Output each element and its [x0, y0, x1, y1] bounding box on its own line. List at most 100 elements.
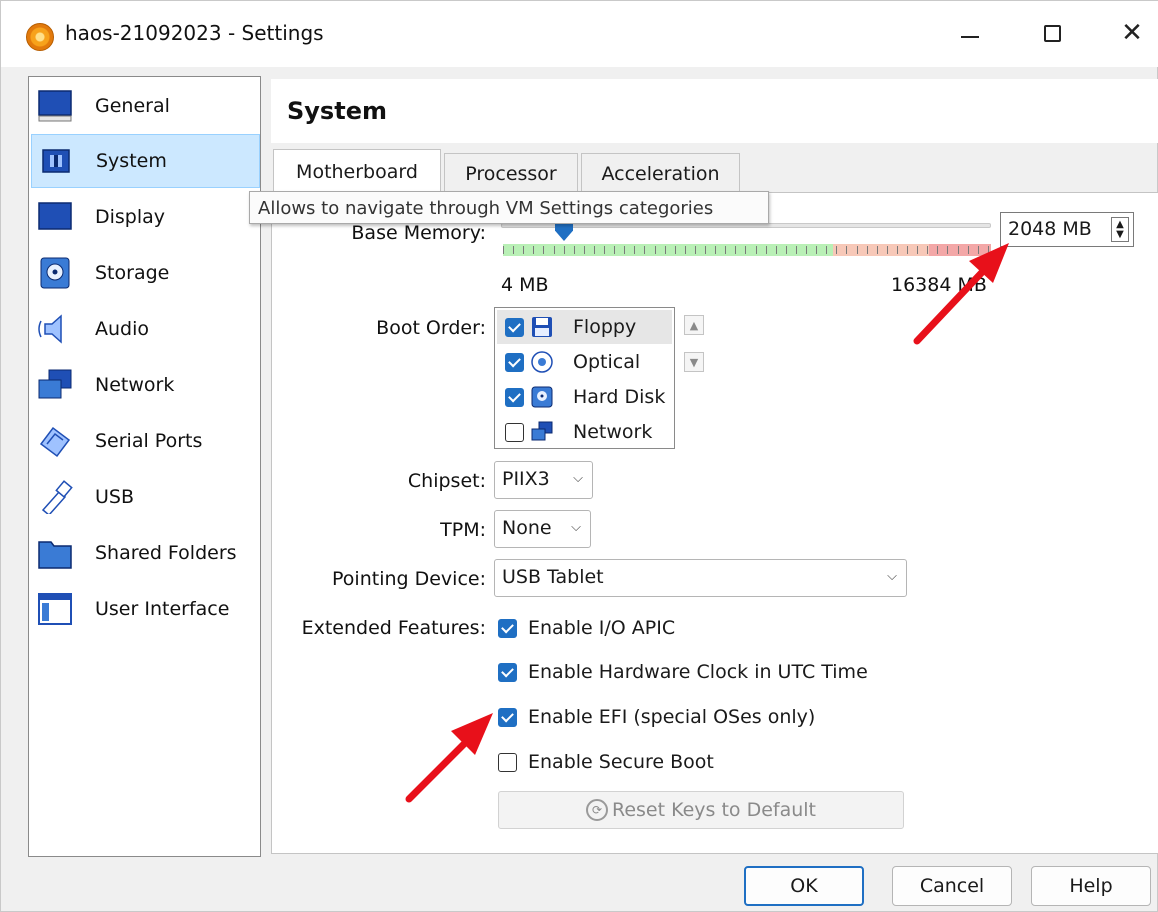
- category-tooltip: Allows to navigate through VM Settings c…: [249, 191, 769, 224]
- sidebar-item-system[interactable]: System: [31, 134, 260, 188]
- slider-tick: [846, 246, 848, 254]
- sidebar-item-label: Audio: [95, 318, 150, 340]
- system-icon: [42, 149, 70, 173]
- sidebar-item-shared-folders[interactable]: Shared Folders: [31, 526, 260, 580]
- slider-tick: [694, 246, 696, 254]
- boot-order-list[interactable]: Floppy Optical Hard Disk Network: [494, 307, 675, 449]
- slider-tick: [523, 246, 525, 254]
- serial-ports-icon: [39, 426, 71, 458]
- sidebar-item-label: USB: [95, 486, 135, 508]
- slider-tick: [614, 246, 616, 254]
- sidebar-item-label: Storage: [95, 262, 170, 284]
- sidebar-item-label: General: [95, 95, 170, 117]
- boot-optical-checkbox[interactable]: [505, 352, 524, 372]
- settings-category-list[interactable]: General System Display Storage Audio Net…: [28, 76, 261, 857]
- io-apic-checkbox[interactable]: [498, 618, 517, 638]
- chevron-down-icon: ⌵: [887, 569, 897, 584]
- ok-button[interactable]: OK: [744, 866, 864, 906]
- sidebar-item-audio[interactable]: Audio: [31, 302, 260, 356]
- extended-features-label: Extended Features:: [301, 617, 486, 639]
- tab-motherboard[interactable]: Motherboard: [273, 149, 441, 194]
- boot-floppy-checkbox[interactable]: [505, 317, 524, 337]
- reset-keys-label: Reset Keys to Default: [611, 799, 817, 821]
- general-icon: [38, 90, 72, 122]
- pointing-device-select[interactable]: USB Tablet ⌵: [494, 559, 907, 597]
- network-icon: [38, 369, 72, 399]
- slider-tick: [705, 246, 706, 254]
- slider-tick: [543, 246, 545, 254]
- annotation-arrow-efi: [405, 713, 493, 803]
- chevron-down-icon: ⌵: [573, 471, 583, 486]
- boot-move-down-button[interactable]: ▼: [684, 352, 704, 372]
- spin-up-icon[interactable]: ▲: [1116, 219, 1124, 230]
- arrow-up-icon: ▲: [689, 318, 699, 332]
- slider-tick: [654, 246, 656, 254]
- slider-tick: [816, 246, 818, 254]
- memory-min-label: 4 MB: [501, 274, 549, 296]
- slider-tick: [513, 246, 515, 254]
- slider-tick: [563, 246, 565, 254]
- slider-tick: [806, 246, 807, 254]
- sidebar-item-label: Shared Folders: [95, 542, 237, 564]
- boot-item-label: Floppy: [573, 316, 637, 338]
- slider-tick: [745, 246, 747, 254]
- chipset-select[interactable]: PIIX3 ⌵: [494, 461, 593, 499]
- window-title: haos-21092023 - Settings: [65, 21, 324, 45]
- slider-tick: [725, 246, 727, 254]
- minimize-button[interactable]: [947, 13, 993, 53]
- sidebar-item-label: Display: [95, 206, 166, 228]
- tab-processor[interactable]: Processor: [444, 153, 578, 193]
- maximize-button[interactable]: [1029, 13, 1075, 53]
- sidebar-item-serial-ports[interactable]: Serial Ports: [31, 414, 260, 468]
- help-button[interactable]: Help: [1031, 866, 1151, 906]
- slider-tick: [866, 246, 868, 254]
- utc-clock-checkbox[interactable]: [498, 662, 517, 682]
- cancel-button[interactable]: Cancel: [892, 866, 1012, 906]
- slider-tick: [856, 246, 858, 254]
- display-icon: [38, 202, 72, 230]
- sidebar-item-network[interactable]: Network: [31, 358, 260, 412]
- sidebar-item-label: User Interface: [95, 598, 230, 620]
- sidebar-item-general[interactable]: General: [31, 79, 260, 133]
- close-icon: ✕: [1121, 18, 1143, 48]
- slider-tick: [593, 246, 595, 254]
- memory-spin-buttons[interactable]: ▲ ▼: [1111, 217, 1129, 242]
- boot-item-floppy[interactable]: Floppy: [497, 310, 672, 344]
- slider-tick: [876, 246, 878, 254]
- maximize-icon: [1043, 24, 1061, 42]
- boot-item-hard-disk[interactable]: Hard Disk: [497, 380, 672, 414]
- tpm-select[interactable]: None ⌵: [494, 510, 591, 548]
- close-button[interactable]: ✕: [1109, 13, 1155, 53]
- minimize-icon: [961, 36, 979, 38]
- boot-network-checkbox[interactable]: [505, 422, 524, 442]
- tab-acceleration[interactable]: Acceleration: [581, 153, 740, 193]
- spin-down-icon[interactable]: ▼: [1116, 229, 1124, 240]
- sidebar-item-display[interactable]: Display: [31, 190, 260, 244]
- efi-label: Enable EFI (special OSes only): [528, 706, 816, 728]
- slider-tick: [533, 246, 535, 254]
- boot-move-up-button[interactable]: ▲: [684, 315, 704, 335]
- sidebar-item-label: Serial Ports: [95, 430, 203, 452]
- slider-tick: [896, 246, 898, 254]
- boot-item-network[interactable]: Network: [497, 415, 672, 449]
- title-bar: haos-21092023 - Settings ✕: [1, 1, 1158, 67]
- storage-icon: [40, 257, 70, 289]
- slider-tick: [573, 246, 575, 254]
- boot-item-optical[interactable]: Optical: [497, 345, 672, 379]
- slider-tick: [684, 246, 686, 254]
- floppy-icon: [532, 317, 552, 337]
- sidebar-item-storage[interactable]: Storage: [31, 246, 260, 300]
- pointing-device-label: Pointing Device:: [332, 568, 486, 590]
- reset-keys-button[interactable]: ⟳ Reset Keys to Default: [498, 791, 904, 829]
- slider-tick: [624, 246, 626, 254]
- sidebar-item-user-interface[interactable]: User Interface: [31, 582, 260, 636]
- slider-tick: [836, 246, 838, 254]
- slider-tick: [583, 246, 585, 254]
- slider-tick: [785, 246, 787, 254]
- secure-boot-label: Enable Secure Boot: [528, 751, 714, 773]
- boot-hard-disk-checkbox[interactable]: [505, 387, 524, 407]
- sidebar-item-usb[interactable]: USB: [31, 470, 260, 524]
- slider-tick: [553, 246, 555, 254]
- slider-tick: [604, 246, 605, 254]
- page-header: System: [271, 79, 1158, 143]
